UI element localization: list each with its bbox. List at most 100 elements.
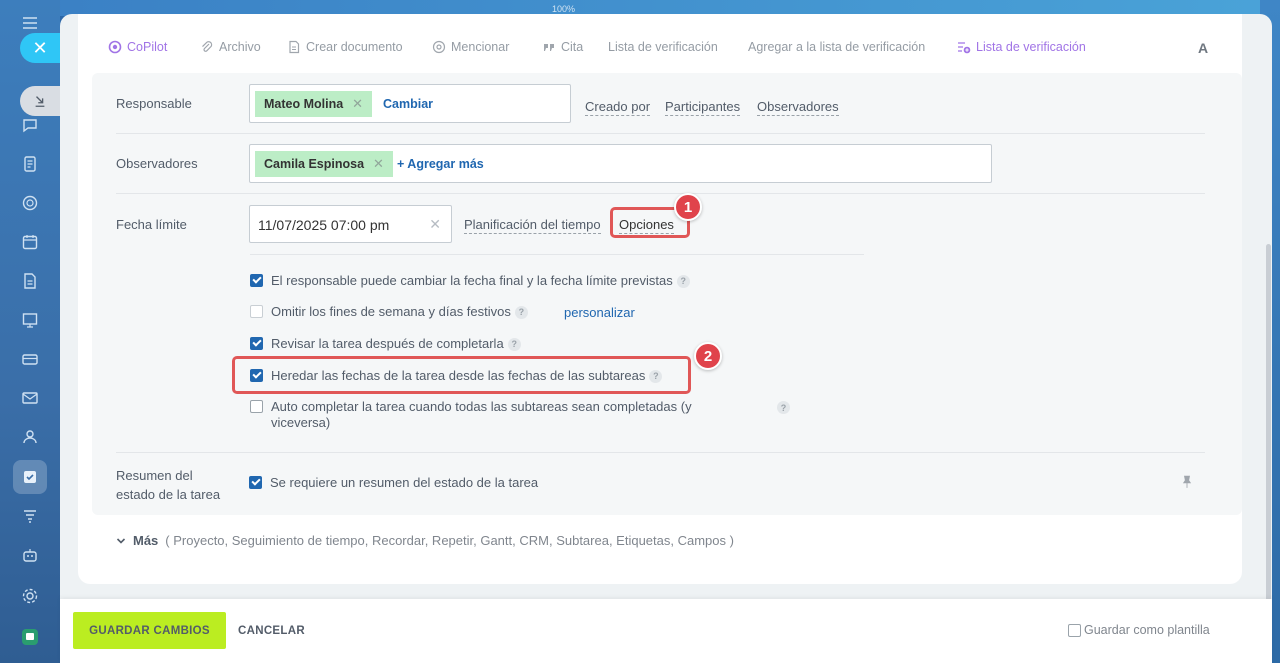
responsible-chip-name: Mateo Molina [264, 97, 344, 111]
help-icon[interactable]: ? [676, 274, 690, 288]
tasks-icon[interactable] [17, 464, 43, 490]
feed-icon[interactable] [17, 151, 43, 177]
toolbar-checklist-new-label: Lista de verificación [976, 40, 1086, 54]
option-skip-weekends-text: Omitir los fines de semana y días festiv… [271, 304, 511, 319]
option-change-deadline-text: El responsable puede cambiar la fecha fi… [271, 273, 673, 288]
add-more-observers-link[interactable]: + Agregar más [397, 157, 484, 171]
pin-icon[interactable] [1182, 475, 1192, 492]
boards-icon[interactable] [17, 307, 43, 333]
save-as-template-label: Guardar como plantilla [1084, 623, 1210, 637]
at-sign-icon [432, 40, 446, 54]
responsible-label: Responsable [116, 96, 192, 111]
observers-link[interactable]: Observadores [757, 99, 839, 116]
team-icon[interactable] [17, 424, 43, 450]
save-as-template[interactable]: Guardar como plantilla [1068, 623, 1210, 637]
checkbox-change-deadline[interactable] [250, 274, 263, 287]
remove-responsible-icon[interactable]: ✕ [352, 96, 363, 112]
checkbox-review-after-complete[interactable] [250, 337, 263, 350]
time-planning-link[interactable]: Planificación del tiempo [464, 217, 601, 234]
document-icon [289, 40, 300, 54]
toolbar-add-to-checklist[interactable]: Agregar a la lista de verificación [748, 40, 925, 54]
toolbar-mention[interactable]: Mencionar [432, 40, 509, 54]
created-by-link[interactable]: Creado por [585, 99, 651, 116]
clear-deadline-icon[interactable]: ✕ [429, 216, 441, 233]
robot-icon[interactable] [17, 542, 43, 568]
observers-label: Observadores [116, 156, 198, 171]
checkbox-save-as-template[interactable] [1068, 623, 1081, 637]
task-form-card: CoPilot Archivo Crear documento Menciona… [78, 14, 1242, 584]
help-icon[interactable]: ? [507, 337, 521, 351]
toolbar-copilot[interactable]: CoPilot [108, 40, 167, 54]
toolbar-file-label: Archivo [219, 40, 261, 54]
deadline-value: 11/07/2025 07:00 pm [258, 217, 390, 233]
change-responsible-link[interactable]: Cambiar [383, 97, 433, 111]
more-items: ( Proyecto, Seguimiento de tiempo, Recor… [165, 533, 734, 548]
more-title: Más [133, 533, 159, 548]
close-slider-button[interactable]: ✕ [20, 33, 60, 63]
help-icon[interactable]: ? [514, 305, 528, 319]
crm-icon[interactable] [17, 346, 43, 372]
responsible-chip[interactable]: Mateo Molina ✕ [255, 91, 373, 117]
help-icon[interactable]: ? [777, 401, 790, 414]
calendar-icon[interactable] [17, 229, 43, 255]
toolbar-file[interactable]: Archivo [200, 40, 261, 54]
option-summary-required[interactable]: Se requiere un resumen del estado de la … [249, 475, 538, 491]
chevron-down-icon [116, 537, 126, 544]
observers-field[interactable]: Camila Espinosa ✕ + Agregar más [249, 144, 992, 183]
option-skip-weekends[interactable]: Omitir los fines de semana y días festiv… [250, 304, 528, 320]
toolbar-create-document[interactable]: Crear documento [287, 40, 403, 54]
automation-icon[interactable] [17, 503, 43, 529]
annotation-highlight-inherit [232, 356, 691, 394]
deadline-input[interactable]: 11/07/2025 07:00 pm ✕ [249, 205, 452, 243]
editor-toolbar: CoPilot Archivo Crear documento Menciona… [108, 40, 1208, 60]
toolbar-checklist-label: Lista de verificación [608, 40, 718, 54]
annotation-badge-2: 2 [694, 342, 722, 370]
divider [250, 254, 864, 255]
participants-link[interactable]: Participantes [665, 99, 741, 116]
observer-chip-name: Camila Espinosa [264, 157, 365, 171]
toolbar-checklist[interactable]: Lista de verificación [608, 40, 718, 54]
option-review-after-complete-text: Revisar la tarea después de completarla [271, 336, 504, 351]
settings-icon[interactable] [17, 583, 43, 609]
checkbox-auto-complete[interactable] [250, 400, 263, 413]
document-icon[interactable] [17, 268, 43, 294]
responsible-field[interactable]: Mateo Molina ✕ Cambiar [249, 84, 571, 123]
app-icon[interactable] [17, 624, 43, 650]
option-review-after-complete[interactable]: Revisar la tarea después de completarla? [250, 336, 521, 352]
mail-icon[interactable] [17, 385, 43, 411]
copilot-rail-icon[interactable] [17, 190, 43, 216]
cancel-button[interactable]: CANCELAR [238, 625, 305, 637]
deadline-label: Fecha límite [116, 217, 187, 232]
toolbar-quote-label: Cita [561, 40, 584, 54]
minimize-slider-button[interactable] [20, 86, 60, 116]
font-format-button[interactable]: A [1198, 40, 1208, 56]
customize-link[interactable]: personalizar [564, 305, 635, 320]
option-auto-complete[interactable]: Auto completar la tarea cuando todas las… [250, 399, 720, 431]
toolbar-create-document-label: Crear documento [306, 40, 403, 54]
option-change-deadline[interactable]: El responsable puede cambiar la fecha fi… [250, 273, 690, 289]
summary-label: Resumen del estado de la tarea [116, 466, 220, 504]
task-edit-slider: CoPilot Archivo Crear documento Menciona… [60, 14, 1272, 663]
checklist-add-icon [958, 42, 971, 54]
annotation-badge-1: 1 [674, 193, 702, 221]
divider [116, 133, 1205, 134]
checkbox-skip-weekends[interactable] [250, 305, 263, 318]
copilot-icon [108, 40, 122, 54]
summary-label-line2: estado de la tarea [116, 487, 221, 502]
toolbar-copilot-label: CoPilot [127, 40, 168, 54]
toolbar-quote[interactable]: Cita [542, 40, 583, 54]
zoom-indicator: 100% [552, 4, 576, 14]
divider [116, 193, 1205, 194]
task-fields-form: Responsable Mateo Molina ✕ Cambiar Cread… [92, 73, 1242, 515]
save-changes-button[interactable]: GUARDAR CAMBIOS [73, 612, 226, 649]
scrollbar[interactable] [1266, 244, 1271, 604]
toolbar-mention-label: Mencionar [451, 40, 510, 54]
checkbox-summary-required[interactable] [249, 476, 262, 489]
toolbar-checklist-new[interactable]: Lista de verificación [957, 40, 1086, 54]
option-auto-complete-text: Auto completar la tarea cuando todas las… [271, 399, 692, 430]
minimize-icon [35, 96, 45, 107]
remove-observer-icon[interactable]: ✕ [373, 156, 384, 172]
paperclip-icon [202, 41, 213, 52]
more-section-toggle[interactable]: Más ( Proyecto, Seguimiento de tiempo, R… [116, 533, 734, 548]
observer-chip[interactable]: Camila Espinosa ✕ [255, 151, 393, 177]
